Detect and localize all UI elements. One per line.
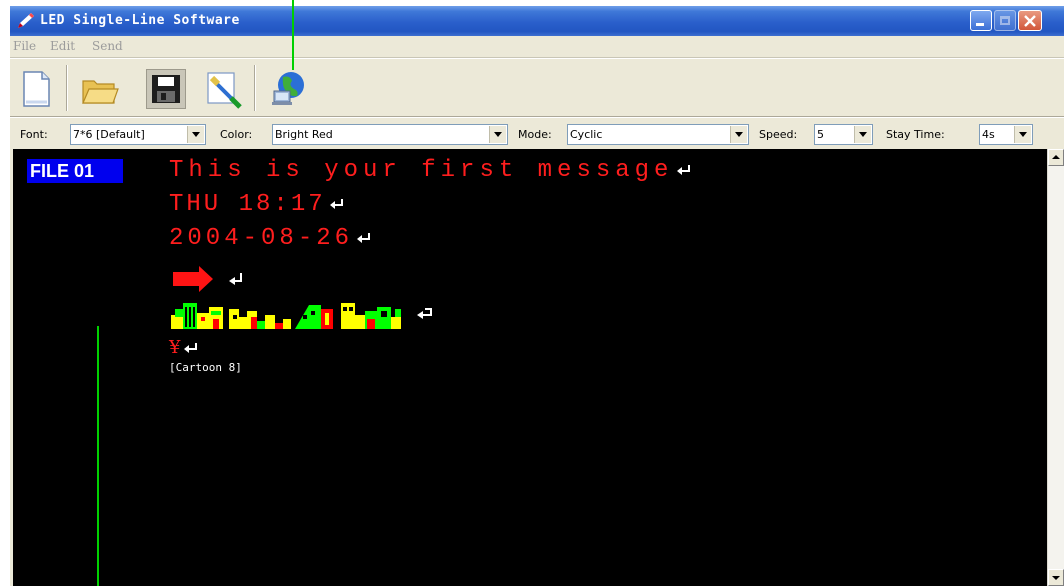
menu-bar: File Edit Send (10, 36, 1064, 56)
chevron-down-icon[interactable] (854, 126, 871, 143)
font-select[interactable]: 7*6 [Default] (70, 124, 206, 145)
chevron-down-icon[interactable] (1014, 126, 1031, 143)
time-line[interactable]: THU 18:17 (169, 191, 344, 218)
right-arrow-icon (173, 266, 242, 292)
speed-value: 5 (817, 128, 824, 141)
enter-icon (184, 343, 198, 353)
stay-time-value: 4s (982, 128, 995, 141)
chevron-down-icon[interactable] (489, 126, 506, 143)
scroll-down-icon[interactable] (1048, 569, 1064, 586)
title-bar[interactable]: LED Single-Line Software (10, 6, 1064, 36)
file-badge[interactable]: FILE 01 (27, 159, 123, 183)
currency-line[interactable]: ¥ (169, 337, 198, 358)
message-editor[interactable]: FILE 01 This is your first message THU 1… (13, 149, 1064, 586)
chevron-down-icon[interactable] (187, 126, 204, 143)
city-skyline-graphic (171, 303, 432, 329)
color-select[interactable]: Bright Red (272, 124, 508, 145)
enter-icon (329, 198, 343, 209)
enter-icon (677, 164, 691, 175)
pencil-icon (18, 13, 34, 28)
cartoon-label: [Cartoon 8] (169, 361, 242, 374)
callout-line (292, 0, 294, 70)
mode-value: Cyclic (570, 128, 603, 141)
enter-icon (357, 232, 371, 243)
yen-symbol: ¥ (169, 337, 181, 358)
vertical-scrollbar[interactable] (1047, 149, 1064, 586)
minimize-icon[interactable] (970, 10, 992, 31)
font-label: Font: (20, 128, 48, 141)
color-label: Color: (220, 128, 253, 141)
stay-time-label: Stay Time: (886, 128, 945, 141)
new-file-icon[interactable] (16, 69, 56, 109)
options-bar: Font: 7*6 [Default] Color: Bright Red Mo… (10, 118, 1064, 148)
toolbar-separator (66, 65, 68, 111)
date-line[interactable]: 2004-08-26 (169, 225, 371, 252)
mode-select[interactable]: Cyclic (567, 124, 749, 145)
arrow-line[interactable] (169, 265, 259, 299)
stay-time-select[interactable]: 4s (979, 124, 1033, 145)
save-disk-icon[interactable] (146, 69, 186, 109)
speed-select[interactable]: 5 (814, 124, 873, 145)
time-text: THU 18:17 (169, 191, 326, 218)
send-globe-icon[interactable] (268, 69, 308, 109)
open-folder-icon[interactable] (80, 69, 120, 109)
callout-line (97, 326, 99, 586)
toolbar-separator (254, 65, 256, 111)
message-text: This is your first message (169, 157, 674, 184)
menu-edit[interactable]: Edit (50, 39, 75, 53)
window-title: LED Single-Line Software (40, 13, 240, 28)
font-value: 7*6 [Default] (73, 128, 145, 141)
message-line[interactable]: This is your first message (169, 157, 691, 184)
chevron-down-icon[interactable] (730, 126, 747, 143)
cartoon-line[interactable] (169, 295, 549, 335)
menu-send[interactable]: Send (92, 39, 123, 53)
mode-label: Mode: (518, 128, 552, 141)
close-icon[interactable] (1018, 10, 1042, 31)
color-value: Bright Red (275, 128, 333, 141)
scroll-up-icon[interactable] (1048, 149, 1064, 166)
app-window: LED Single-Line Software File Edit Send (10, 6, 1064, 586)
maximize-icon[interactable] (994, 10, 1016, 31)
edit-brush-icon[interactable] (204, 69, 244, 109)
menu-file[interactable]: File (13, 39, 36, 53)
date-text: 2004-08-26 (169, 225, 354, 252)
speed-label: Speed: (759, 128, 798, 141)
toolbar (10, 59, 1064, 115)
